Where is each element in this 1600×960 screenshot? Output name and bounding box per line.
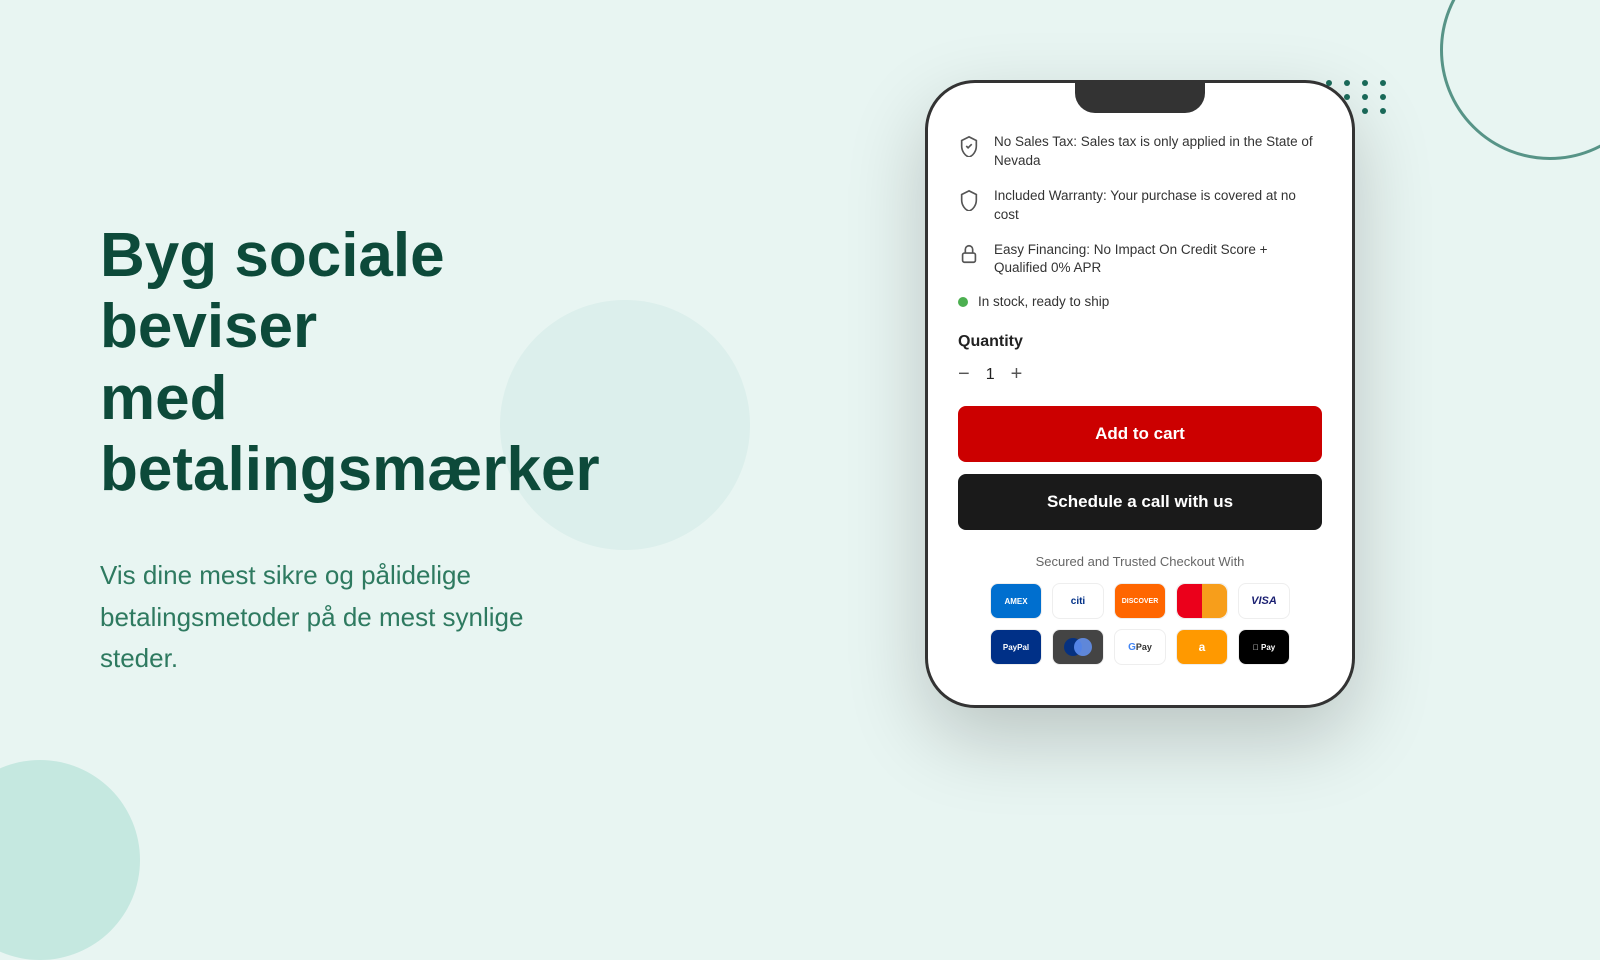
diners-badge (1052, 629, 1104, 665)
left-content: Byg sociale beviser med betalingsmærker … (0, 0, 680, 900)
quantity-controls: − 1 + (958, 363, 1322, 386)
feature-item-tax: No Sales Tax: Sales tax is only applied … (958, 133, 1322, 171)
schedule-call-button[interactable]: Schedule a call with us (958, 474, 1322, 530)
headline: Byg sociale beviser med betalingsmærker (100, 220, 600, 505)
feature-warranty-text: Included Warranty: Your purchase is cove… (994, 187, 1322, 225)
applepay-badge:  Pay (1238, 629, 1290, 665)
quantity-plus-button[interactable]: + (1011, 363, 1023, 386)
amazon-badge: a (1176, 629, 1228, 665)
lock-icon (958, 243, 980, 265)
quantity-section: Quantity − 1 + (958, 333, 1322, 386)
quantity-label: Quantity (958, 333, 1322, 351)
in-stock-text: In stock, ready to ship (978, 294, 1109, 309)
quantity-value: 1 (986, 366, 995, 384)
subtext: Vis dine mest sikre og pålidelige betali… (100, 555, 600, 680)
phone-notch (1075, 83, 1205, 113)
payment-label: Secured and Trusted Checkout With (958, 554, 1322, 569)
feature-tax-text: No Sales Tax: Sales tax is only applied … (994, 133, 1322, 171)
add-to-cart-button[interactable]: Add to cart (958, 406, 1322, 462)
citi-badge: citi (1052, 583, 1104, 619)
shield-icon (958, 189, 980, 211)
paypal-badge: PayPal (990, 629, 1042, 665)
gpay-badge: G Pay (1114, 629, 1166, 665)
phone-screen: No Sales Tax: Sales tax is only applied … (928, 83, 1352, 705)
amex-badge: AMEX (990, 583, 1042, 619)
in-stock-row: In stock, ready to ship (958, 294, 1322, 309)
phone-container: No Sales Tax: Sales tax is only applied … (680, 80, 1600, 708)
mastercard-badge (1176, 583, 1228, 619)
quantity-minus-button[interactable]: − (958, 363, 970, 386)
feature-item-financing: Easy Financing: No Impact On Credit Scor… (958, 241, 1322, 279)
visa-badge: VISA (1238, 583, 1290, 619)
payment-icons-row-1: AMEX citi DISCOVER VISA (958, 583, 1322, 619)
discover-badge: DISCOVER (1114, 583, 1166, 619)
in-stock-dot (958, 297, 968, 307)
feature-item-warranty: Included Warranty: Your purchase is cove… (958, 187, 1322, 225)
payment-section: Secured and Trusted Checkout With AMEX c… (958, 554, 1322, 665)
payment-icons-row-2: PayPal G Pay a  Pay (958, 629, 1322, 665)
phone-mockup: No Sales Tax: Sales tax is only applied … (925, 80, 1355, 708)
feature-list: No Sales Tax: Sales tax is only applied … (958, 133, 1322, 309)
check-shield-icon (958, 135, 980, 157)
feature-financing-text: Easy Financing: No Impact On Credit Scor… (994, 241, 1322, 279)
